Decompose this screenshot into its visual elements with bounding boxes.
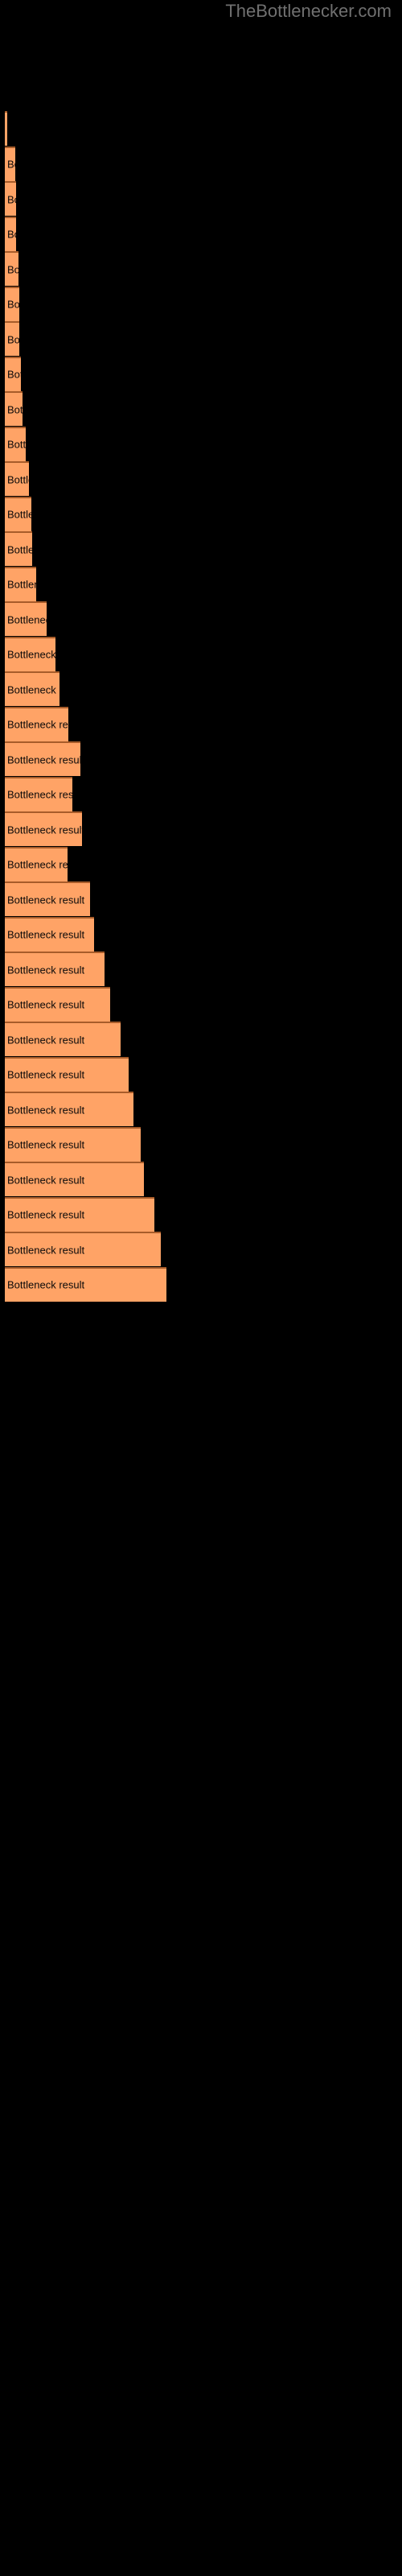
- bar: Bottleneck result: [5, 986, 110, 1022]
- bar-label: Bottleneck result: [7, 228, 16, 241]
- bar: Bottleneck result: [5, 1266, 166, 1302]
- bar-label: Bottleneck result: [7, 648, 55, 661]
- bar: Bottleneck result: [5, 706, 68, 741]
- bar: Bottleneck result: [5, 1232, 161, 1266]
- bar-label: Bottleneck result: [7, 508, 31, 521]
- bar: Bottleneck result: [5, 146, 15, 181]
- bar: Bottleneck result: [5, 216, 16, 251]
- bar-label: Bottleneck result: [7, 1104, 85, 1116]
- bar-label: Bottleneck result: [7, 928, 85, 941]
- bar: Bottleneck result: [5, 391, 23, 426]
- bar: Bottleneck result: [5, 496, 31, 531]
- bar: Bottleneck result: [5, 321, 19, 356]
- bar-label: Bottleneck result: [7, 368, 21, 381]
- bar: Bottleneck result: [5, 286, 19, 321]
- bar: Bottleneck result: [5, 531, 32, 566]
- bar-label: Bottleneck result: [7, 858, 68, 871]
- bar: Bottleneck result: [5, 111, 7, 146]
- bar-label: Bottleneck result: [7, 998, 85, 1011]
- bar-label: Bottleneck result: [7, 473, 29, 485]
- bar-label: Bottleneck result: [7, 263, 18, 275]
- bar-label: Bottleneck result: [7, 193, 16, 205]
- bar: Bottleneck result: [5, 671, 59, 706]
- bar: Bottleneck result: [5, 916, 94, 952]
- bar: Bottleneck result: [5, 1022, 121, 1056]
- bar-label: Bottleneck result: [7, 964, 85, 976]
- bar-label: Bottleneck result: [7, 403, 23, 415]
- bar-label: Bottleneck result: [7, 1034, 85, 1046]
- bar-label: Bottleneck result: [7, 1138, 85, 1151]
- bar: Bottleneck result: [5, 881, 90, 916]
- bar: Bottleneck result: [5, 1162, 144, 1196]
- bar-label: Bottleneck result: [7, 753, 80, 766]
- bar: Bottleneck result: [5, 1126, 141, 1162]
- plot-area: Bottleneck result Bottleneck result Bottle…: [0, 0, 402, 2576]
- bar: Bottleneck result: [5, 952, 105, 986]
- bar: Bottleneck result: [5, 426, 26, 461]
- bar: Bottleneck result: [5, 181, 16, 216]
- bar: Bottleneck result: [5, 1092, 133, 1126]
- bar-label: Bottleneck result: [7, 613, 47, 625]
- bar-label: Bottleneck result: [7, 683, 59, 696]
- bar-label: Bottleneck result: [7, 824, 82, 836]
- bar-label: Bottleneck result: [7, 1244, 85, 1256]
- bar-label: Bottleneck result: [7, 298, 19, 311]
- bar: Bottleneck result: [5, 636, 55, 671]
- bar: Bottleneck result: [5, 461, 29, 496]
- bar: Bottleneck result: [5, 776, 72, 811]
- bar-label: Bottleneck result: [7, 333, 19, 345]
- bar-label: Bottleneck result: [7, 894, 85, 906]
- bar: Bottleneck result: [5, 251, 18, 286]
- bar-label: Bottleneck result: [7, 158, 15, 171]
- bottleneck-chart: TheBottlenecker.com Bottleneck resultBot…: [0, 0, 402, 2576]
- bar-label: Bottleneck result: [7, 1174, 85, 1186]
- bar-label: Bottleneck result: [7, 543, 32, 555]
- bar: Bottleneck result: [5, 811, 82, 846]
- bar-label: Bottleneck result: [7, 718, 68, 731]
- bar: Bottleneck result: [5, 566, 36, 601]
- bar-label: Bottleneck result: [7, 1068, 85, 1081]
- bar-label: Bottleneck result: [7, 438, 26, 451]
- bar: Bottleneck result: [5, 1056, 129, 1092]
- bar: Bottleneck result: [5, 1196, 154, 1232]
- bar-label: Bottleneck result: [7, 1278, 85, 1291]
- bar: Bottleneck result: [5, 741, 80, 776]
- bar-label: Bottleneck result: [7, 1208, 85, 1221]
- bar: Bottleneck result: [5, 356, 21, 391]
- bar-label: Bottleneck result: [7, 578, 36, 591]
- bar: Bottleneck result: [5, 601, 47, 636]
- bar: Bottleneck result: [5, 846, 68, 881]
- bar-label: Bottleneck result: [7, 788, 72, 801]
